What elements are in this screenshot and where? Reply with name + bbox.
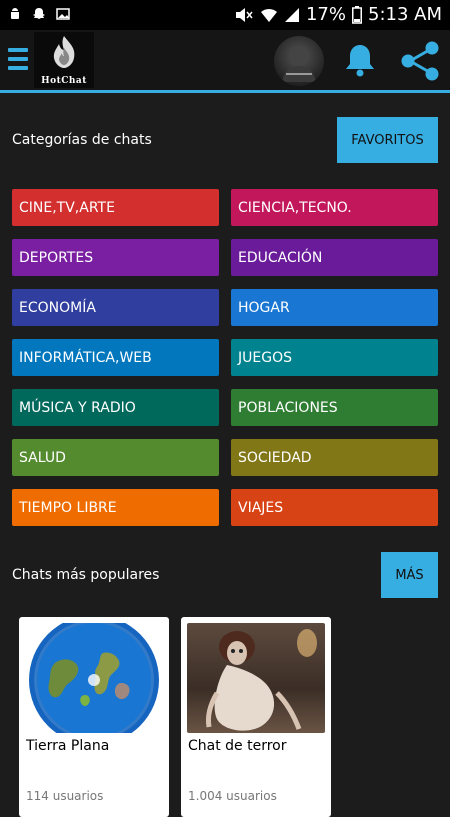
image-icon bbox=[56, 8, 70, 20]
user-avatar[interactable] bbox=[274, 36, 324, 86]
app-logo: HotChat bbox=[34, 32, 94, 88]
categories-title: Categorías de chats bbox=[12, 132, 152, 148]
status-bar: 17% 5:13 AM bbox=[0, 0, 450, 30]
chat-card-title: Tierra Plana bbox=[26, 738, 110, 754]
wifi-icon bbox=[260, 8, 277, 22]
share-icon[interactable] bbox=[398, 40, 442, 82]
mute-icon bbox=[235, 7, 253, 22]
favorites-button[interactable]: FAVORITOS bbox=[337, 117, 438, 163]
clock: 5:13 AM bbox=[368, 4, 442, 25]
category-button[interactable]: INFORMÁTICA,WEB bbox=[12, 339, 219, 376]
category-button[interactable]: VIAJES bbox=[231, 489, 438, 526]
chat-card-users: 1.004 usuarios bbox=[188, 789, 277, 803]
chat-card-image bbox=[25, 623, 163, 733]
category-button[interactable]: EDUCACIÓN bbox=[231, 239, 438, 276]
snapchat-icon bbox=[33, 8, 45, 19]
battery-icon bbox=[352, 5, 362, 24]
system-icons: 17% 5:13 AM bbox=[234, 4, 442, 25]
logo-text: HotChat bbox=[41, 76, 87, 86]
category-button[interactable]: DEPORTES bbox=[12, 239, 219, 276]
chat-card-image bbox=[187, 623, 325, 733]
chat-card-users: 114 usuarios bbox=[26, 789, 104, 803]
category-button[interactable]: CINE,TV,ARTE bbox=[12, 189, 219, 226]
category-button[interactable]: SOCIEDAD bbox=[231, 439, 438, 476]
category-button[interactable]: TIEMPO LIBRE bbox=[12, 489, 219, 526]
notification-icons bbox=[8, 6, 70, 22]
category-button[interactable]: JUEGOS bbox=[231, 339, 438, 376]
avatar-image bbox=[282, 46, 316, 82]
chat-card[interactable]: Chat de terror 1.004 usuarios bbox=[181, 617, 331, 817]
category-button[interactable]: HOGAR bbox=[231, 289, 438, 326]
category-button[interactable]: ECONOMÍA bbox=[12, 289, 219, 326]
menu-icon[interactable] bbox=[8, 48, 28, 70]
category-button[interactable]: POBLACIONES bbox=[231, 389, 438, 426]
more-button[interactable]: MÁS bbox=[381, 552, 438, 598]
android-icon bbox=[11, 8, 19, 19]
popular-chats-title: Chats más populares bbox=[12, 567, 160, 583]
category-button[interactable]: MÚSICA Y RADIO bbox=[12, 389, 219, 426]
notification-bell-icon[interactable] bbox=[342, 42, 378, 78]
category-button[interactable]: CIENCIA,TECNO. bbox=[231, 189, 438, 226]
chat-card[interactable]: Tierra Plana 114 usuarios bbox=[19, 617, 169, 817]
signal-icon bbox=[284, 7, 299, 22]
app-bar: HotChat bbox=[0, 30, 450, 93]
horror-image bbox=[206, 629, 317, 731]
flat-earth-image bbox=[29, 623, 159, 733]
flame-icon bbox=[53, 36, 75, 68]
chat-card-title: Chat de terror bbox=[188, 738, 287, 754]
category-button[interactable]: SALUD bbox=[12, 439, 219, 476]
battery-percentage: 17% bbox=[305, 4, 346, 25]
